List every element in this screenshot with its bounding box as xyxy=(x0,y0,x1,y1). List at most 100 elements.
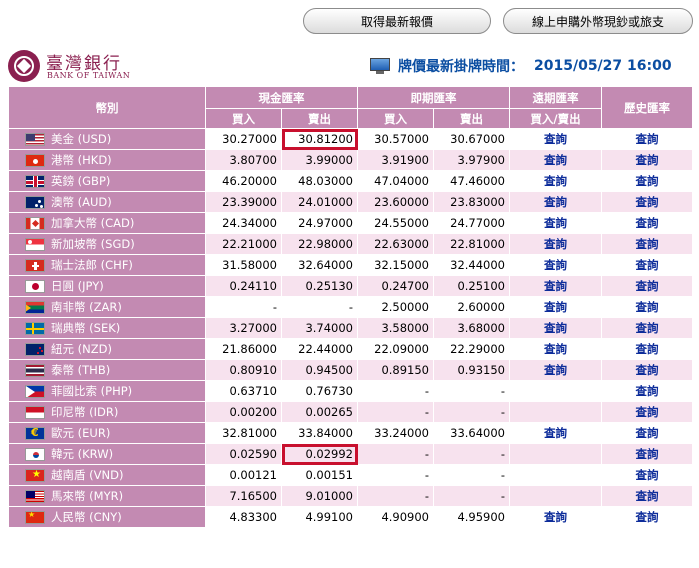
table-row: 新加坡幣 (SGD) 22.21000 22.98000 22.63000 22.810… xyxy=(8,233,693,255)
forward-rate-link[interactable]: 查詢 xyxy=(509,359,602,381)
spot-buy-cell: - xyxy=(357,380,434,402)
history-rate-link[interactable]: 查詢 xyxy=(601,212,693,234)
get-latest-rates-button[interactable]: 取得最新報價 xyxy=(303,8,491,34)
spot-buy-cell: 4.90900 xyxy=(357,506,434,528)
history-rate-link[interactable]: 查詢 xyxy=(601,464,693,486)
monitor-icon xyxy=(370,58,390,74)
spot-sell-cell: 33.64000 xyxy=(433,422,510,444)
cash-sell-cell: 24.97000 xyxy=(281,212,358,234)
cash-sell-cell: 22.98000 xyxy=(281,233,358,255)
forward-rate-link[interactable]: 查詢 xyxy=(509,128,602,150)
currency-name: 紐元 (NZD) xyxy=(51,342,112,356)
currency-cell: 美金 (USD) xyxy=(8,128,206,150)
cash-sell-cell: 22.44000 xyxy=(281,338,358,360)
spot-buy-cell: 23.60000 xyxy=(357,191,434,213)
history-rate-link[interactable]: 查詢 xyxy=(601,443,693,465)
currency-cell: 瑞典幣 (SEK) xyxy=(8,317,206,339)
history-rate-link[interactable]: 查詢 xyxy=(601,359,693,381)
header-spot-buy: 買入 xyxy=(357,108,434,129)
history-rate-link[interactable]: 查詢 xyxy=(601,317,693,339)
spot-buy-cell: 33.24000 xyxy=(357,422,434,444)
vnd-flag-icon xyxy=(25,468,45,482)
table-row: 日圓 (JPY) 0.24110 0.25130 0.24700 0.25100 查詢 查詢 xyxy=(8,275,693,297)
currency-name: 加拿大幣 (CAD) xyxy=(51,216,135,230)
cash-sell-cell: 4.99100 xyxy=(281,506,358,528)
forward-rate-link[interactable]: 查詢 xyxy=(509,338,602,360)
history-rate-link[interactable]: 查詢 xyxy=(601,296,693,318)
currency-cell: 南非幣 (ZAR) xyxy=(8,296,206,318)
header-forward-buy-sell: 買入/賣出 xyxy=(509,108,602,129)
history-rate-link[interactable]: 查詢 xyxy=(601,338,693,360)
forward-rate-link[interactable]: 查詢 xyxy=(509,254,602,276)
currency-cell: 泰幣 (THB) xyxy=(8,359,206,381)
currency-name: 港幣 (HKD) xyxy=(51,153,112,167)
cash-sell-cell: 0.02992 xyxy=(281,443,358,465)
currency-cell: 韓元 (KRW) xyxy=(8,443,206,465)
currency-cell: 人民幣 (CNY) xyxy=(8,506,206,528)
forward-rate-link[interactable]: 查詢 xyxy=(509,170,602,192)
history-rate-link[interactable]: 查詢 xyxy=(601,149,693,171)
spot-sell-cell: 32.44000 xyxy=(433,254,510,276)
cash-sell-cell: 24.01000 xyxy=(281,191,358,213)
forward-rate-link[interactable]: 查詢 xyxy=(509,296,602,318)
cash-sell-cell: - xyxy=(281,296,358,318)
table-row: 越南盾 (VND)0.001210.00151--查詢 xyxy=(8,464,693,486)
history-rate-link[interactable]: 查詢 xyxy=(601,254,693,276)
thb-flag-icon xyxy=(25,363,45,377)
currency-cell: 印尼幣 (IDR) xyxy=(8,401,206,423)
table-row: 馬來幣 (MYR) 7.16500 9.01000- - 查詢 xyxy=(8,485,693,507)
header-currency: 幣別 xyxy=(8,86,206,129)
history-rate-link[interactable]: 查詢 xyxy=(601,485,693,507)
history-rate-link[interactable]: 查詢 xyxy=(601,401,693,423)
forward-rate-link[interactable]: 查詢 xyxy=(509,191,602,213)
spot-buy-cell: - xyxy=(357,485,434,507)
history-rate-link[interactable]: 查詢 xyxy=(601,422,693,444)
sgd-flag-icon xyxy=(25,237,45,251)
table-row: 瑞典幣 (SEK) 3.27000 3.74000 3.58000 3.68000 查詢查… xyxy=(8,317,693,339)
history-rate-link[interactable]: 查詢 xyxy=(601,275,693,297)
spot-sell-cell: 24.77000 xyxy=(433,212,510,234)
cash-sell-cell: 0.25130 xyxy=(281,275,358,297)
history-rate-link[interactable]: 查詢 xyxy=(601,170,693,192)
forward-rate-link[interactable]: 查詢 xyxy=(509,275,602,297)
history-rate-link[interactable]: 查詢 xyxy=(601,380,693,402)
forward-rate-link xyxy=(509,485,602,507)
spot-buy-cell: 32.15000 xyxy=(357,254,434,276)
table-row: 韓元 (KRW) 0.02590 0.02992- - 查詢 xyxy=(8,443,693,465)
forward-rate-link[interactable]: 查詢 xyxy=(509,149,602,171)
spot-buy-cell: 22.63000 xyxy=(357,233,434,255)
forward-rate-link[interactable]: 查詢 xyxy=(509,233,602,255)
bank-emblem-icon xyxy=(8,50,40,82)
history-rate-link[interactable]: 查詢 xyxy=(601,128,693,150)
spot-buy-cell: - xyxy=(357,401,434,423)
table-row: 加拿大幣 (CAD) 24.34000 24.97000 24.55000 24.770… xyxy=(8,212,693,234)
gbp-flag-icon xyxy=(25,174,45,188)
spot-buy-cell: - xyxy=(357,443,434,465)
cash-buy-cell: 0.24110 xyxy=(205,275,282,297)
forward-rate-link xyxy=(509,443,602,465)
table-row: 紐元 (NZD) 21.86000 22.44000 22.09000 22.29000… xyxy=(8,338,693,360)
forward-rate-link[interactable]: 查詢 xyxy=(509,506,602,528)
history-rate-link[interactable]: 查詢 xyxy=(601,233,693,255)
history-rate-link[interactable]: 查詢 xyxy=(601,191,693,213)
currency-name: 新加坡幣 (SGD) xyxy=(51,237,135,251)
forward-rate-link[interactable]: 查詢 xyxy=(509,422,602,444)
spot-buy-cell: 24.55000 xyxy=(357,212,434,234)
forward-rate-link xyxy=(509,464,602,486)
currency-cell: 越南盾 (VND) xyxy=(8,464,206,486)
spot-buy-cell: 3.91900 xyxy=(357,149,434,171)
forward-rate-link[interactable]: 查詢 xyxy=(509,317,602,339)
currency-name: 南非幣 (ZAR) xyxy=(51,300,122,314)
forward-rate-link[interactable]: 查詢 xyxy=(509,212,602,234)
history-rate-link[interactable]: 查詢 xyxy=(601,506,693,528)
cash-buy-cell: 0.63710 xyxy=(205,380,282,402)
spot-sell-cell: - xyxy=(433,401,510,423)
spot-sell-cell: - xyxy=(433,443,510,465)
spot-sell-cell: 4.95900 xyxy=(433,506,510,528)
cash-buy-cell: 21.86000 xyxy=(205,338,282,360)
cash-buy-cell: 23.39000 xyxy=(205,191,282,213)
online-purchase-button[interactable]: 線上申購外幣現鈔或旅支 xyxy=(503,8,693,34)
currency-cell: 澳幣 (AUD) xyxy=(8,191,206,213)
currency-name: 菲國比索 (PHP) xyxy=(51,384,133,398)
cash-sell-cell: 0.94500 xyxy=(281,359,358,381)
